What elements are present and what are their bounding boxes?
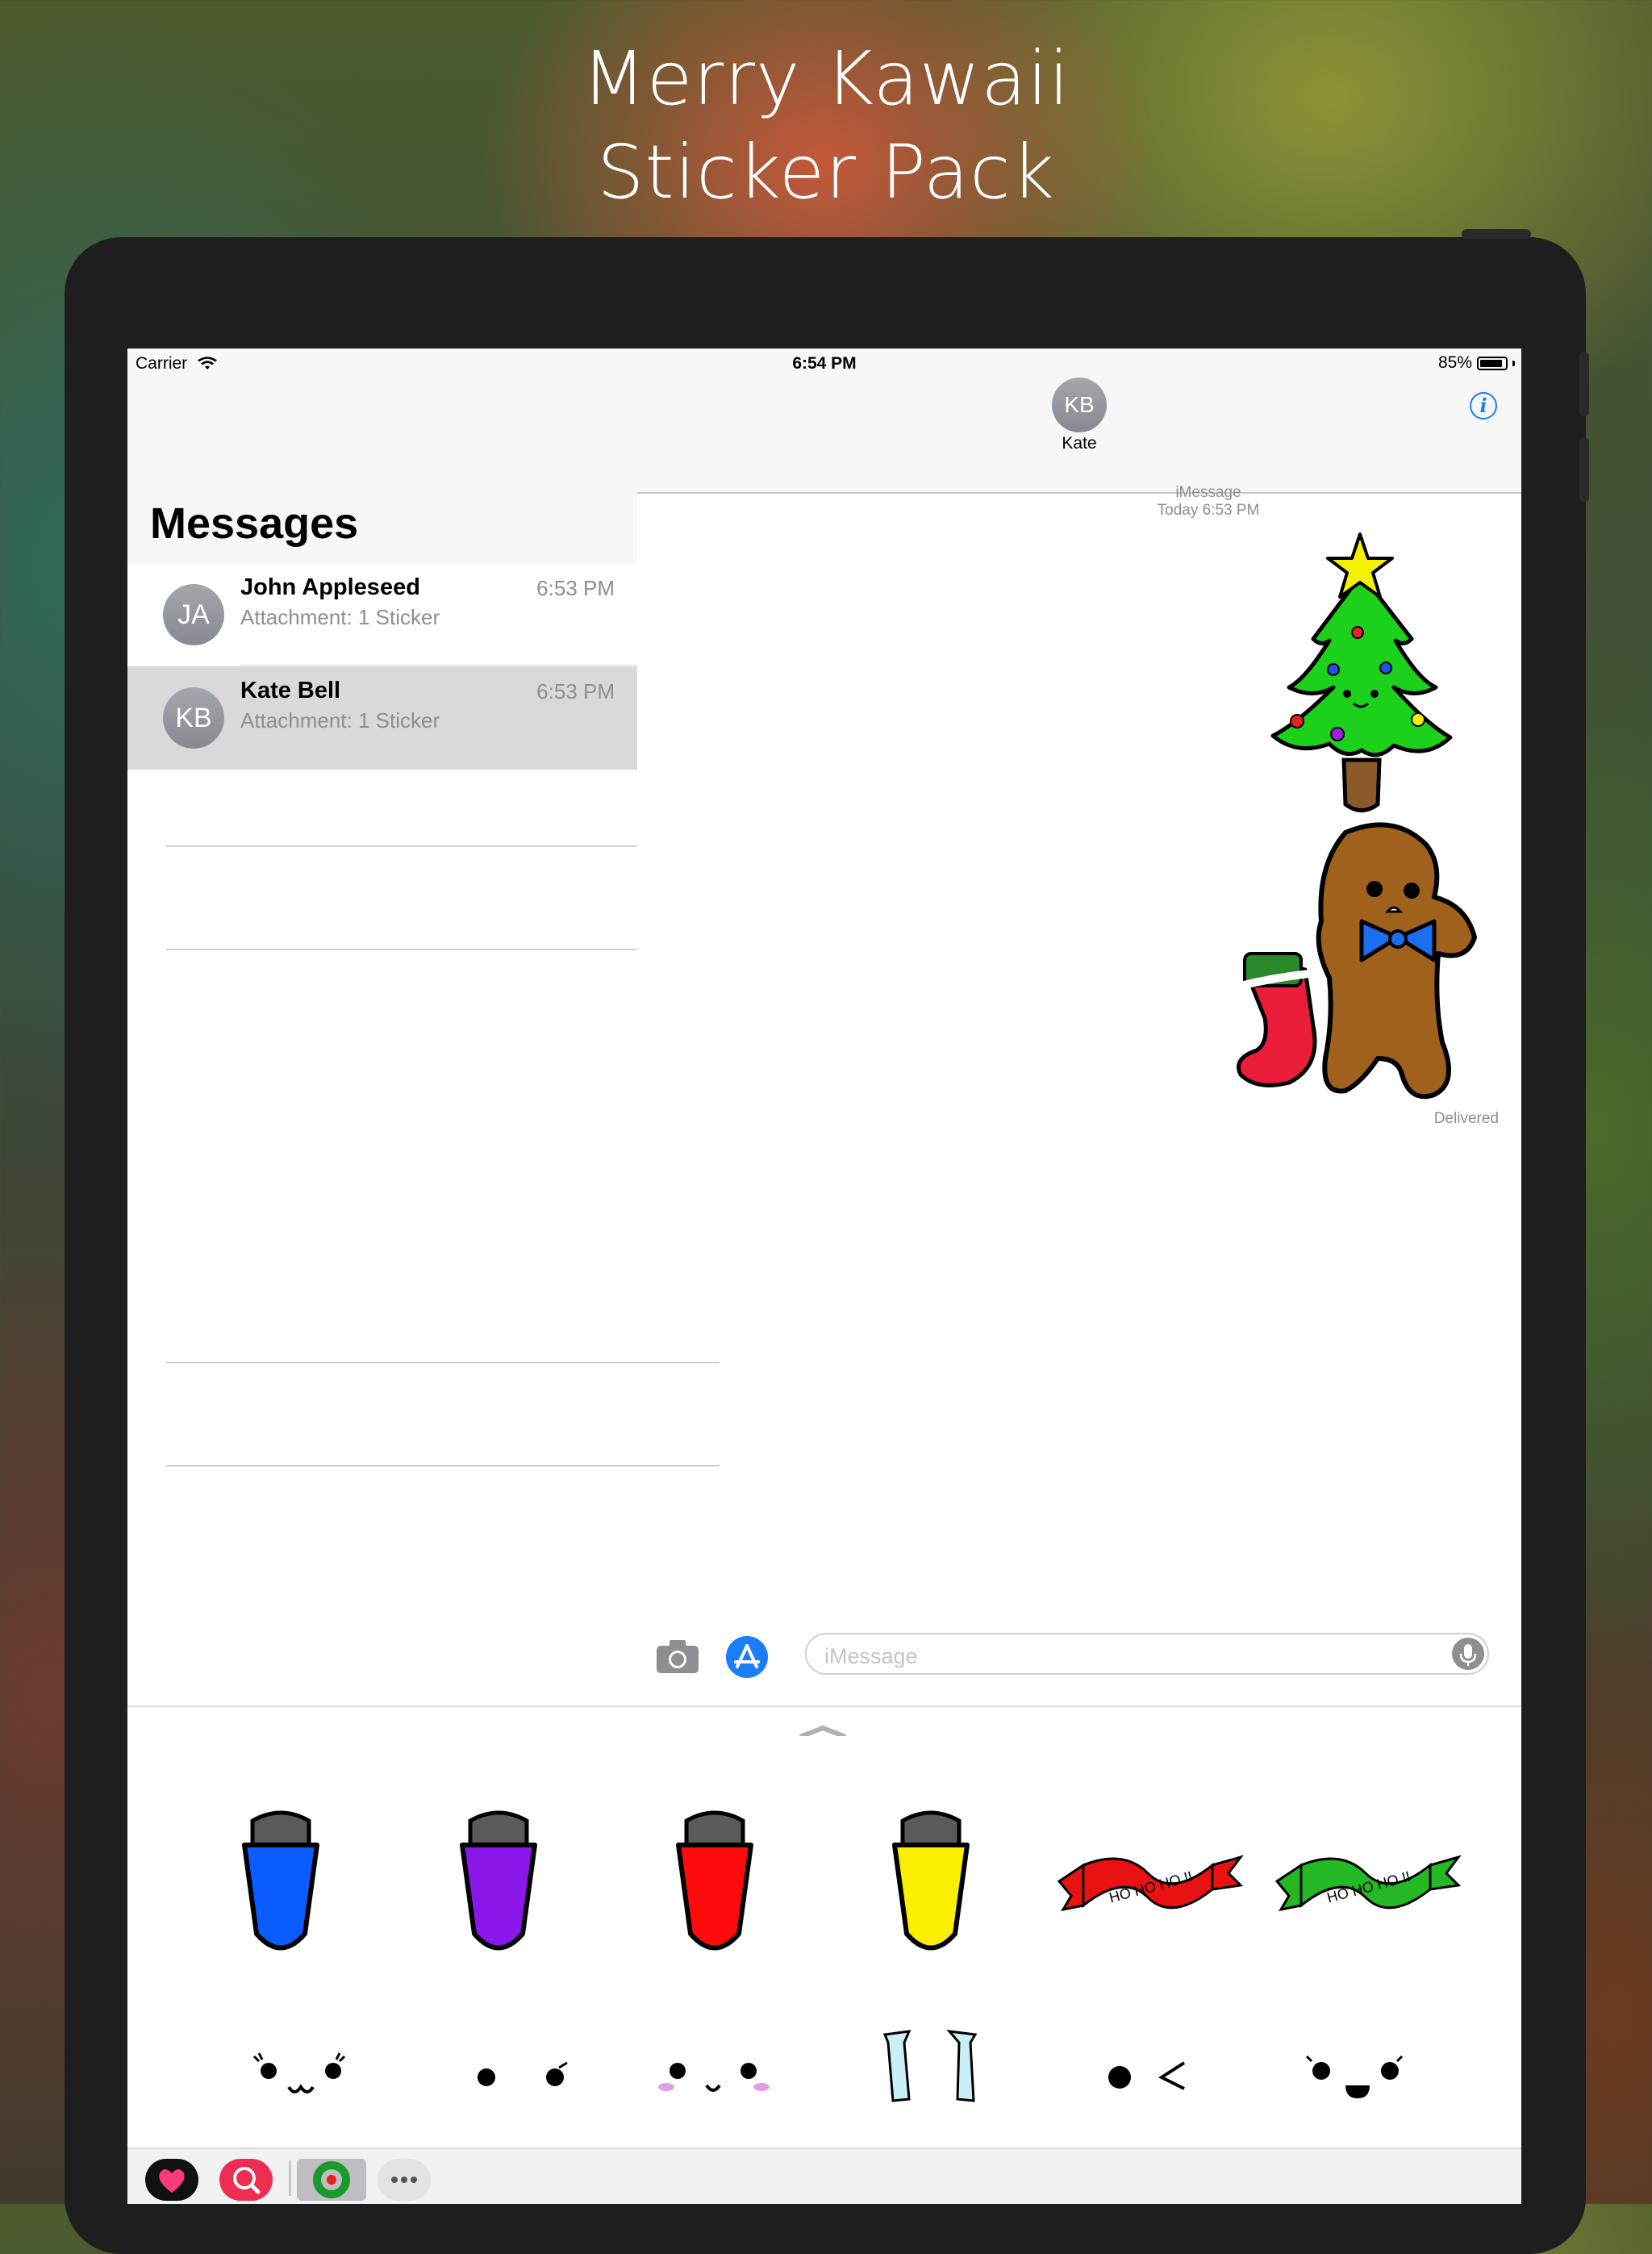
delivery-status: Delivered — [1433, 1110, 1499, 1127]
yellow-bulb-sticker[interactable] — [826, 1801, 1036, 1962]
page-title: Messages — [150, 499, 359, 548]
kawaii-face-sticker-4[interactable] — [826, 1986, 1036, 2148]
contact-avatar[interactable]: KB — [1052, 378, 1107, 432]
sidebar-header: Messages — [127, 378, 637, 563]
status-time: 6:54 PM — [792, 354, 857, 373]
kawaii-face-sticker-5[interactable] — [1043, 1994, 1253, 2156]
conversation-list: Messages JA John Appleseed 6:53 PM Attac… — [127, 378, 637, 1796]
more-icon[interactable] — [378, 2159, 431, 2201]
search-app-icon[interactable] — [219, 2159, 273, 2201]
contact-name[interactable]: Kate — [999, 434, 1160, 453]
list-separator — [166, 1362, 720, 1363]
conversation-time: 6:53 PM — [536, 679, 615, 703]
conversation-name: Kate Bell — [240, 678, 341, 703]
message-input[interactable]: iMessage — [805, 1633, 1489, 1675]
device-top-button — [1462, 229, 1531, 239]
message-timestamp: Today 6:53 PM — [1157, 502, 1260, 519]
purple-bulb-sticker[interactable] — [394, 1801, 603, 1962]
microphone-button[interactable] — [1452, 1638, 1484, 1670]
list-separator — [166, 845, 637, 847]
tray-separator — [127, 1705, 1521, 1707]
gingerbread-sticker[interactable] — [1233, 816, 1491, 1115]
love-app-icon[interactable] — [145, 2159, 198, 2201]
kawaii-face-sticker-1[interactable] — [200, 1994, 410, 2156]
service-label: iMessage — [1175, 484, 1241, 501]
battery: 85% — [1438, 353, 1515, 373]
info-button[interactable]: i — [1470, 392, 1497, 419]
red-ribbon-sticker[interactable]: HO HO HO !! — [1043, 1801, 1253, 1962]
conversation-time: 6:53 PM — [536, 576, 615, 600]
drawer-divider — [289, 2160, 291, 2196]
list-separator — [166, 1465, 720, 1467]
device-side-button-2 — [1579, 437, 1589, 502]
list-separator — [240, 665, 637, 666]
battery-icon — [1477, 356, 1508, 370]
blue-bulb-sticker[interactable] — [176, 1801, 386, 1962]
app-store-button[interactable] — [726, 1636, 768, 1678]
wreath-app-icon[interactable] — [297, 2159, 366, 2201]
green-ribbon-sticker[interactable]: HO HO HO !! — [1261, 1801, 1471, 1962]
sticker-tray: HO HO HO !! HO HO HO !! — [127, 1736, 1521, 2156]
kawaii-face-sticker-2[interactable] — [418, 1994, 628, 2156]
message-placeholder: iMessage — [824, 1644, 918, 1668]
kawaii-face-sticker-3[interactable] — [611, 1994, 821, 2156]
conversation-preview: Attachment: 1 Sticker — [240, 708, 440, 733]
promo-title-line-2: Sticker Pack — [597, 129, 1055, 215]
conversation-row-john[interactable]: JA John Appleseed 6:53 PM Attachment: 1 … — [127, 563, 637, 666]
microphone-icon — [1459, 1644, 1477, 1666]
battery-percent: 85% — [1437, 353, 1472, 372]
app-store-icon — [734, 1644, 760, 1668]
red-bulb-sticker[interactable] — [610, 1801, 820, 1962]
avatar: KB — [163, 687, 224, 749]
kawaii-face-sticker-6[interactable] — [1253, 1994, 1462, 2156]
device-side-button-1 — [1579, 352, 1589, 416]
promo-title: Merry Kawaii Sticker Pack — [0, 32, 1652, 219]
conversation-preview: Attachment: 1 Sticker — [240, 605, 440, 629]
app-drawer — [127, 2148, 1521, 2204]
christmas-tree-sticker[interactable] — [1257, 526, 1466, 816]
conversation-name: John Appleseed — [240, 574, 420, 600]
camera-icon[interactable] — [655, 1638, 700, 1675]
promo-title-line-1: Merry Kawaii — [582, 35, 1070, 122]
info-icon: i — [1479, 394, 1487, 417]
compose-bar: iMessage — [637, 1613, 1521, 1713]
list-separator — [166, 949, 637, 950]
status-bar: Carrier 6:54 PM 85% — [127, 349, 1521, 378]
avatar: JA — [163, 584, 224, 645]
screen: Carrier 6:54 PM 85% Messages JA John App… — [127, 349, 1521, 2204]
conversation-row-kate[interactable]: KB Kate Bell 6:53 PM Attachment: 1 Stick… — [127, 666, 637, 770]
